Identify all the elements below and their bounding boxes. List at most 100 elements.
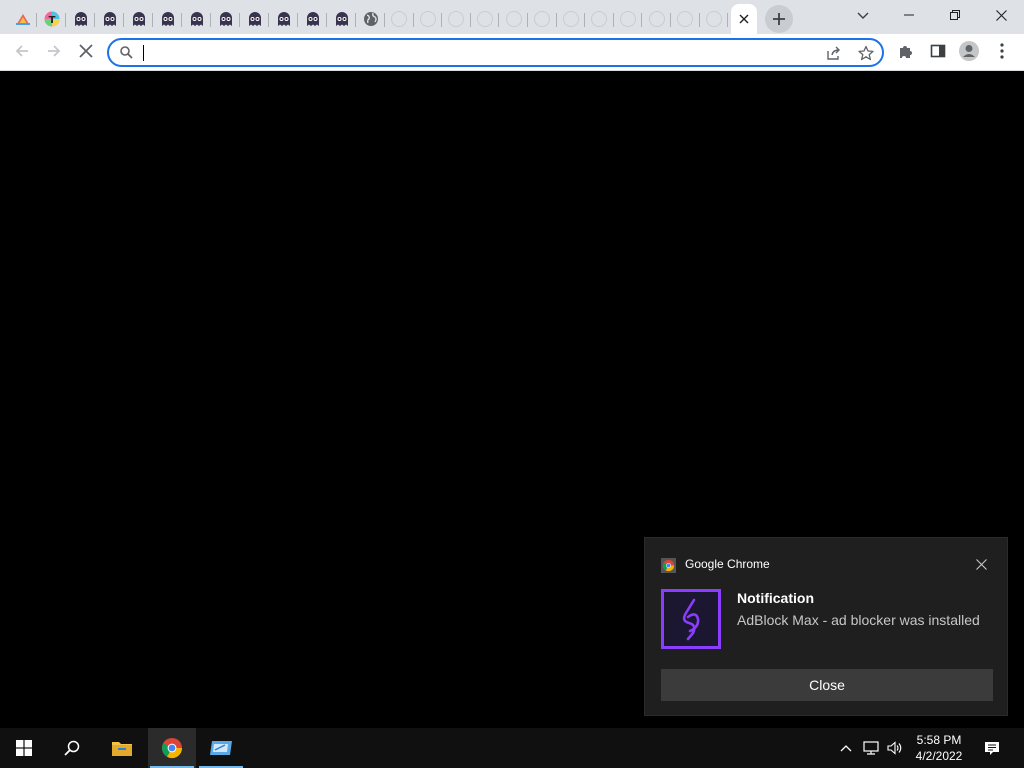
profile-button[interactable] bbox=[955, 37, 983, 65]
tab[interactable] bbox=[8, 5, 37, 33]
taskbar-search-button[interactable] bbox=[48, 728, 96, 768]
stop-loading-button[interactable] bbox=[72, 37, 100, 65]
chevron-down-icon bbox=[857, 12, 869, 19]
start-button[interactable] bbox=[0, 728, 48, 768]
minimize-button[interactable] bbox=[886, 0, 932, 30]
tab[interactable] bbox=[499, 5, 528, 33]
notification-dismiss-button[interactable] bbox=[971, 554, 991, 574]
restore-icon bbox=[950, 10, 960, 20]
windows-taskbar: 5:58 PM 4/2/2022 bbox=[0, 728, 1024, 768]
tab[interactable] bbox=[642, 5, 671, 33]
tab[interactable] bbox=[557, 5, 586, 33]
tab-search-button[interactable] bbox=[848, 2, 878, 30]
extensions-button[interactable] bbox=[892, 37, 920, 65]
arrow-left-icon bbox=[15, 45, 28, 57]
forward-button[interactable] bbox=[40, 37, 68, 65]
tab[interactable] bbox=[327, 5, 356, 33]
file-explorer-button[interactable] bbox=[98, 728, 146, 768]
tab[interactable] bbox=[614, 5, 643, 33]
ghost-icon bbox=[306, 12, 319, 26]
blank-tab-icon bbox=[419, 11, 436, 27]
notification-title: Notification bbox=[737, 590, 814, 606]
chevron-up-icon bbox=[840, 745, 852, 752]
tab[interactable] bbox=[414, 5, 443, 33]
share-icon[interactable] bbox=[826, 45, 842, 61]
tab[interactable] bbox=[528, 5, 557, 33]
notification-app-name: Google Chrome bbox=[685, 557, 770, 571]
tab[interactable] bbox=[182, 5, 211, 33]
blank-tab-icon bbox=[648, 11, 665, 27]
action-center-button[interactable] bbox=[978, 728, 1006, 768]
side-panel-icon bbox=[930, 44, 946, 58]
tab[interactable] bbox=[240, 5, 269, 33]
app-taskbar-button[interactable] bbox=[197, 728, 245, 768]
more-vertical-icon bbox=[1000, 43, 1004, 59]
blank-tab-icon bbox=[477, 11, 494, 27]
window-controls bbox=[886, 0, 1024, 30]
profile-avatar-icon bbox=[959, 41, 979, 61]
speaker-icon bbox=[887, 741, 902, 755]
blank-tab-icon bbox=[391, 11, 408, 27]
tab[interactable] bbox=[66, 5, 95, 33]
tab[interactable] bbox=[95, 5, 124, 33]
stop-x-icon bbox=[79, 44, 93, 58]
network-icon bbox=[863, 741, 879, 755]
search-icon bbox=[120, 46, 133, 59]
notification-message: AdBlock Max - ad blocker was installed bbox=[737, 612, 980, 628]
ghost-icon bbox=[219, 12, 232, 26]
tab[interactable] bbox=[442, 5, 471, 33]
blank-tab-icon bbox=[677, 11, 694, 27]
tab[interactable] bbox=[585, 5, 614, 33]
plus-icon bbox=[773, 13, 786, 25]
blank-tab-icon bbox=[505, 11, 522, 27]
volume-button[interactable] bbox=[884, 728, 906, 768]
tab[interactable] bbox=[356, 5, 385, 33]
tab[interactable] bbox=[269, 5, 298, 33]
address-bar[interactable] bbox=[107, 38, 884, 67]
system-clock[interactable]: 5:58 PM 4/2/2022 bbox=[906, 732, 972, 764]
clock-date: 4/2/2022 bbox=[915, 749, 963, 763]
ghost-icon bbox=[248, 12, 261, 26]
active-tab[interactable] bbox=[731, 4, 758, 34]
arrow-right-icon bbox=[48, 45, 61, 57]
tab[interactable] bbox=[700, 5, 729, 33]
new-tab-button[interactable] bbox=[765, 5, 794, 33]
tab[interactable] bbox=[298, 5, 327, 33]
tab-list: T bbox=[8, 4, 794, 34]
search-icon bbox=[64, 740, 80, 756]
close-tab-icon[interactable] bbox=[739, 14, 749, 24]
tab[interactable] bbox=[471, 5, 500, 33]
chrome-logo-icon bbox=[161, 738, 183, 759]
chrome-taskbar-button[interactable] bbox=[148, 728, 196, 768]
ghost-icon bbox=[132, 12, 145, 26]
globe-icon bbox=[363, 12, 378, 26]
rainbow-hat-icon bbox=[15, 14, 30, 25]
show-hidden-icons-button[interactable] bbox=[836, 728, 856, 768]
notification-close-button[interactable]: Close bbox=[661, 669, 993, 701]
chrome-logo-icon bbox=[661, 558, 676, 573]
restore-button[interactable] bbox=[932, 0, 978, 30]
close-icon bbox=[995, 9, 1007, 21]
ghost-icon bbox=[277, 12, 290, 26]
tab[interactable] bbox=[153, 5, 182, 33]
windows-logo-icon bbox=[16, 740, 32, 756]
tab[interactable] bbox=[124, 5, 153, 33]
tab[interactable] bbox=[211, 5, 240, 33]
tab[interactable] bbox=[385, 5, 414, 33]
minimize-icon bbox=[904, 14, 914, 16]
side-panel-button[interactable] bbox=[924, 37, 952, 65]
network-button[interactable] bbox=[860, 728, 882, 768]
blank-tab-icon bbox=[534, 11, 551, 27]
address-input[interactable] bbox=[141, 43, 801, 63]
chrome-menu-button[interactable] bbox=[988, 37, 1016, 65]
tab[interactable] bbox=[671, 5, 700, 33]
close-window-button[interactable] bbox=[978, 0, 1024, 30]
bookmark-star-icon[interactable] bbox=[858, 45, 874, 61]
svg-text:T: T bbox=[48, 15, 55, 26]
tab[interactable]: T bbox=[37, 5, 66, 33]
ghost-icon bbox=[335, 12, 348, 26]
notification-toast[interactable]: Google Chrome Notification AdBlock Max -… bbox=[644, 537, 1008, 716]
notification-center-icon bbox=[985, 741, 999, 755]
blank-tab-icon bbox=[448, 11, 465, 27]
back-button[interactable] bbox=[8, 37, 36, 65]
